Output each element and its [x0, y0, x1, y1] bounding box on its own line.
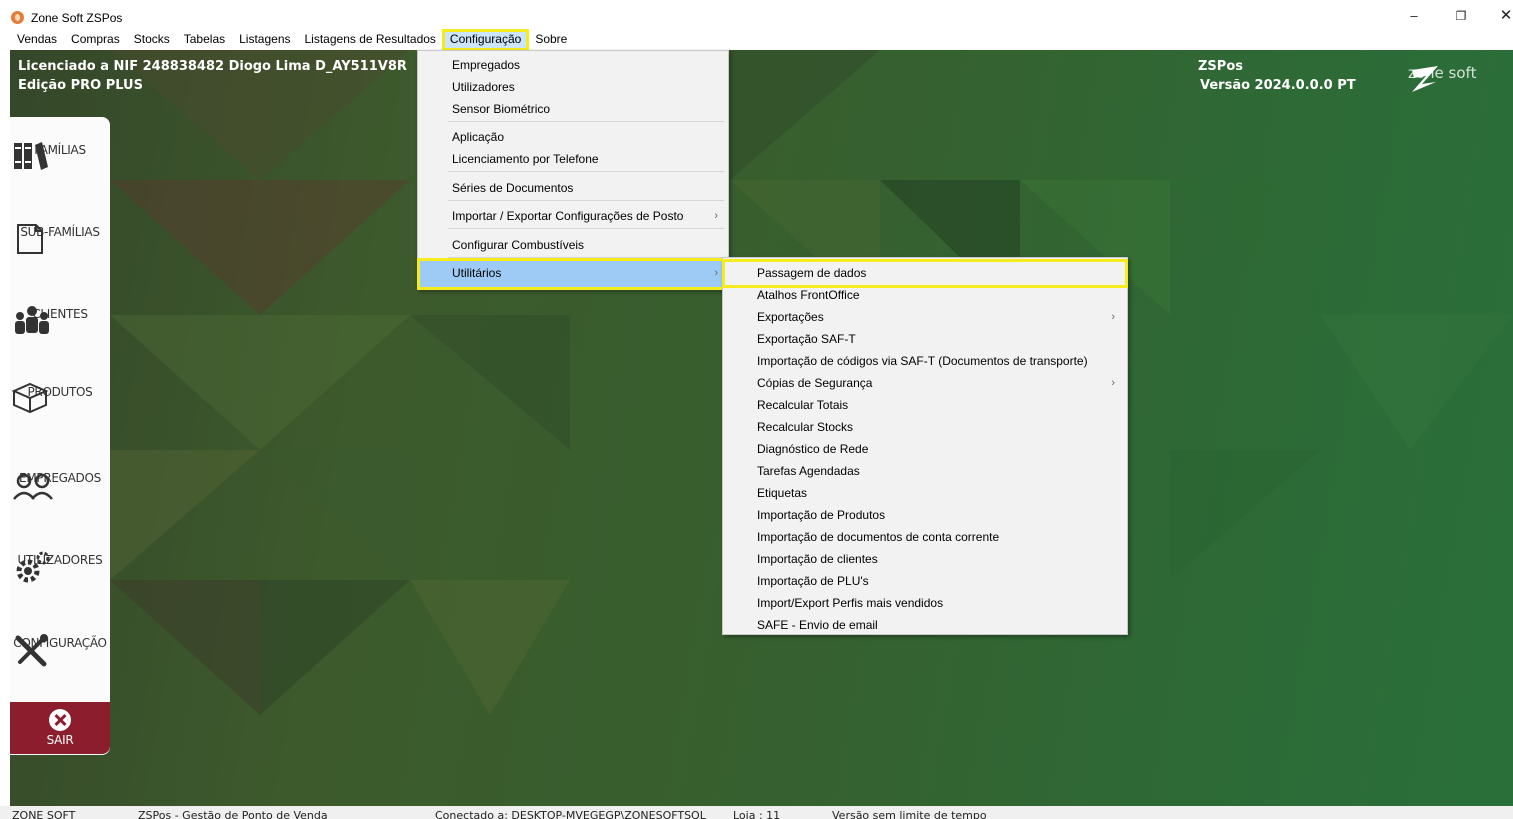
sidebar-item-utilizadores[interactable]: UTILIZADORES [10, 549, 110, 583]
title-bar: Zone Soft ZSPos – ❐ ✕ [0, 0, 1513, 30]
menu-item-empregados[interactable]: Empregados [418, 54, 728, 76]
close-circle-icon [49, 709, 71, 731]
menu-listagens-resultados[interactable]: Listagens de Resultados [298, 30, 443, 50]
status-bar: ZONE SOFT ZSPos - Gestão de Ponto de Ven… [0, 806, 1513, 819]
app-logo-icon [11, 11, 24, 24]
menu-listagens[interactable]: Listagens [232, 30, 297, 50]
menu-item-label: Exportações [757, 310, 824, 324]
chevron-right-icon: › [714, 267, 718, 279]
menu-item-importar-exportar-config[interactable]: Importar / Exportar Configurações de Pos… [418, 205, 728, 227]
menu-sobre[interactable]: Sobre [528, 30, 574, 50]
restore-button[interactable]: ❐ [1441, 6, 1481, 26]
menu-item-label: Importar / Exportar Configurações de Pos… [452, 209, 684, 223]
sidebar-item-familias[interactable]: FAMÍLIAS [10, 139, 110, 170]
menu-item-configurar-combustiveis[interactable]: Configurar Combustíveis [418, 234, 728, 256]
document-icon [17, 224, 43, 254]
menu-separator [448, 121, 724, 122]
menu-bar: Vendas Compras Stocks Tabelas Listagens … [10, 29, 574, 51]
menu-item-passagem-de-dados[interactable]: Passagem de dados [722, 259, 1128, 288]
window-title: Zone Soft ZSPos [31, 11, 123, 25]
menu-item-exportacoes[interactable]: Exportações › [723, 306, 1127, 328]
exit-label: SAIR [46, 733, 74, 747]
menu-item-recalcular-stocks[interactable]: Recalcular Stocks [723, 416, 1127, 438]
sidebar-item-clientes[interactable]: CLIENTES [10, 303, 110, 334]
menu-separator [448, 171, 724, 172]
close-button[interactable]: ✕ [1486, 6, 1513, 26]
brand-logo: zone soft [1408, 64, 1476, 92]
menu-item-utilizadores[interactable]: Utilizadores [418, 76, 728, 98]
people-icon [15, 306, 49, 334]
menu-separator [448, 200, 724, 201]
chevron-right-icon: › [714, 210, 718, 222]
menu-item-diagnostico-rede[interactable]: Diagnóstico de Rede [723, 438, 1127, 460]
status-company: ZONE SOFT [12, 809, 76, 819]
menu-tabelas[interactable]: Tabelas [177, 30, 232, 50]
menu-item-sensor-biometrico[interactable]: Sensor Biométrico [418, 98, 728, 120]
menu-item-label: Cópias de Segurança [757, 376, 873, 390]
menu-item-recalcular-totais[interactable]: Recalcular Totais [723, 394, 1127, 416]
sidebar-item-produtos[interactable]: PRODUTOS [10, 381, 110, 414]
sidebar-item-sub-familias[interactable]: SUB-FAMÍLIAS [10, 221, 110, 254]
menu-item-copias-seguranca[interactable]: Cópias de Segurança › [723, 372, 1127, 394]
menu-item-import-export-perfis[interactable]: Import/Export Perfis mais vendidos [723, 592, 1127, 614]
menu-vendas[interactable]: Vendas [10, 30, 64, 50]
sidebar-item-empregados[interactable]: EMPREGADOS [10, 467, 110, 500]
license-edition: Edição PRO PLUS [18, 78, 143, 93]
menu-item-series-documentos[interactable]: Séries de Documentos [418, 177, 728, 199]
menu-item-exportacao-saft[interactable]: Exportação SAF-T [723, 328, 1127, 350]
configuracao-dropdown: Empregados Utilizadores Sensor Biométric… [417, 50, 729, 290]
menu-item-safe-envio-email[interactable]: SAFE - Envio de email [723, 614, 1127, 636]
product-version: Versão 2024.0.0.0 PT [1200, 78, 1356, 93]
chevron-right-icon: › [1111, 377, 1115, 389]
menu-item-aplicacao[interactable]: Aplicação [418, 126, 728, 148]
license-owner: Licenciado a NIF 248838482 Diogo Lima D_… [18, 59, 407, 74]
menu-item-tarefas-agendadas[interactable]: Tarefas Agendadas [723, 460, 1127, 482]
menu-item-importacao-clientes[interactable]: Importação de clientes [723, 548, 1127, 570]
tools-icon [15, 634, 48, 667]
exit-button[interactable]: SAIR [10, 702, 110, 754]
minimize-button[interactable]: – [1394, 6, 1434, 26]
menu-compras[interactable]: Compras [64, 30, 127, 50]
gears-icon [16, 551, 50, 583]
chevron-right-icon: › [1111, 311, 1115, 323]
status-store: Loja : 11 [733, 809, 781, 819]
menu-item-atalhos-frontoffice[interactable]: Atalhos FrontOffice [723, 284, 1127, 306]
menu-item-importacao-documentos-conta[interactable]: Importação de documentos de conta corren… [723, 526, 1127, 548]
menu-item-importacao-produtos[interactable]: Importação de Produtos [723, 504, 1127, 526]
sidebar-item-configuracao[interactable]: CONFIGURAÇÃO [10, 632, 110, 667]
menu-item-importacao-plu[interactable]: Importação de PLU's [723, 570, 1127, 592]
books-icon [14, 142, 48, 170]
menu-separator [448, 228, 724, 229]
employees-icon [13, 473, 53, 500]
status-connection: Conectado a: DESKTOP-MVEGEGP\ZONESOFTSQL [435, 809, 706, 819]
menu-item-etiquetas[interactable]: Etiquetas [723, 482, 1127, 504]
sidebar: FAMÍLIAS SUB-FAMÍLIAS CLIENTES PRODUTOS … [10, 117, 110, 755]
menu-configuracao[interactable]: Configuração [441, 29, 530, 51]
menu-item-utilitarios[interactable]: Utilitários › [417, 258, 729, 290]
utilitarios-submenu: Passagem de dados Atalhos FrontOffice Ex… [722, 257, 1128, 635]
status-app: ZSPos - Gestão de Ponto de Venda [138, 809, 328, 819]
box-icon [11, 382, 49, 414]
menu-item-licenciamento-telefone[interactable]: Licenciamento por Telefone [418, 148, 728, 170]
menu-stocks[interactable]: Stocks [127, 30, 177, 50]
menu-item-importacao-codigos-saft[interactable]: Importação de códigos via SAF-T (Documen… [723, 350, 1127, 372]
zone-soft-logo-icon [1412, 66, 1438, 92]
product-name: ZSPos [1198, 59, 1243, 74]
menu-separator [448, 257, 724, 258]
status-license: Versão sem limite de tempo [832, 809, 987, 819]
menu-item-label: Utilitários [452, 266, 502, 280]
